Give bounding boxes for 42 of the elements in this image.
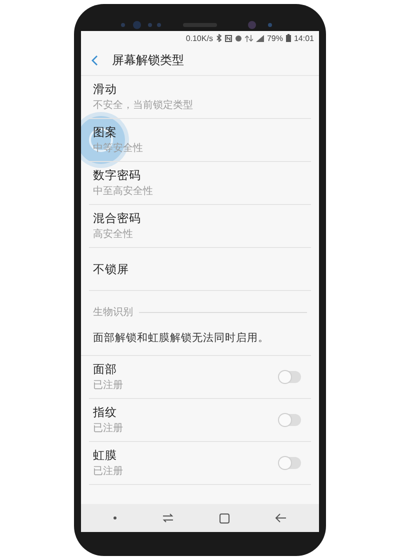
section-header: 生物识别 <box>93 306 133 319</box>
list-item[interactable]: 数字密码 中至高安全性 <box>89 162 311 205</box>
list-item[interactable]: 图案 中等安全性 <box>89 119 311 162</box>
clock: 14:01 <box>294 34 314 42</box>
dot-icon[interactable] <box>113 516 118 520</box>
option-title: 指纹 <box>93 405 117 420</box>
battery-icon <box>286 34 291 42</box>
signal-icon <box>256 34 264 42</box>
option-title: 滑动 <box>93 82 117 97</box>
bluetooth-icon <box>216 34 222 42</box>
nfc-icon <box>224 34 232 42</box>
network-speed: 0.10K/s <box>186 34 213 42</box>
list-item[interactable]: 滑动 不安全，当前锁定类型 <box>89 76 311 119</box>
back-icon[interactable] <box>274 513 287 523</box>
option-subtitle: 已注册 <box>93 378 123 392</box>
back-icon[interactable] <box>91 54 98 66</box>
home-icon[interactable] <box>218 512 230 524</box>
list-item[interactable]: 不锁屏 <box>89 248 311 291</box>
option-title: 数字密码 <box>93 168 141 183</box>
data-icon <box>244 34 253 42</box>
option-subtitle: 中至高安全性 <box>93 184 153 198</box>
option-title: 混合密码 <box>93 211 141 226</box>
list-item[interactable]: 虹膜 已注册 <box>89 442 311 485</box>
option-subtitle: 高安全性 <box>93 228 133 241</box>
recent-apps-icon[interactable] <box>162 513 174 523</box>
option-title: 虹膜 <box>93 448 117 463</box>
toggle-switch[interactable] <box>279 371 301 383</box>
toggle-switch[interactable] <box>279 457 301 469</box>
battery-percent: 79% <box>266 34 283 42</box>
option-subtitle: 不安全，当前锁定类型 <box>93 98 193 112</box>
option-title: 面部 <box>93 362 117 377</box>
option-title: 图案 <box>93 125 117 140</box>
option-subtitle: 中等安全性 <box>93 142 143 155</box>
list-item[interactable]: 指纹 已注册 <box>89 399 311 442</box>
option-title: 不锁屏 <box>93 262 129 276</box>
option-subtitle: 已注册 <box>93 464 123 478</box>
info-text: 面部解锁和虹膜解锁无法同时启用。 <box>81 323 311 356</box>
option-subtitle: 已注册 <box>93 422 123 435</box>
list-item[interactable]: 混合密码 高安全性 <box>89 205 311 248</box>
list-item[interactable]: 面部 已注册 <box>89 356 311 399</box>
toggle-switch[interactable] <box>279 414 301 426</box>
page-title: 屏幕解锁类型 <box>112 52 184 68</box>
